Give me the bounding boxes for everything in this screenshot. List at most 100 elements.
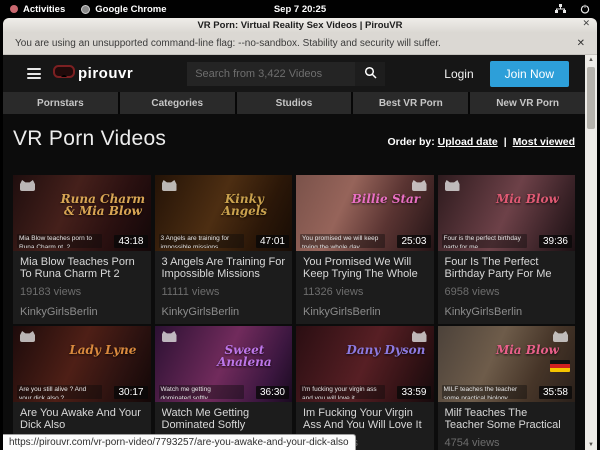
page-title: VR Porn Videos [13,127,166,151]
duration-badge: 43:18 [114,235,147,248]
order-upload-date-link[interactable]: Upload date [438,136,498,148]
video-studio[interactable]: KinkyGirlsBerlin [445,306,569,318]
web-page: pirouvr Login Join Now PornstarsCategori… [3,55,585,450]
chrome-icon [81,5,90,14]
video-title[interactable]: Four Is The Perfect Birthday Party For M… [445,256,569,280]
chrome-app-menu[interactable]: Google Chrome [81,4,166,15]
video-thumbnail[interactable]: Lady Lyne Are you still alive ? And your… [13,326,151,402]
thumbnail-caption: Four is the perfect birthday party for m… [442,234,527,248]
duration-badge: 39:36 [539,235,572,248]
video-card[interactable]: Dany Dyson I'm fucking your virgin ass a… [296,326,434,450]
video-card[interactable]: Kinky Angels 3 Angels are training for i… [155,175,293,324]
activities-label: Activities [23,4,65,15]
search-input[interactable] [187,62,355,86]
video-views: 6958 views [445,286,569,298]
video-card[interactable]: Billie Star You promised we will keep tr… [296,175,434,324]
search-button[interactable] [355,62,385,86]
join-now-button[interactable]: Join Now [490,61,569,87]
video-card[interactable]: Lady Lyne Are you still alive ? And your… [13,326,151,450]
status-url: https://pirouvr.com/vr-porn-video/779325… [9,437,349,448]
video-thumbnail[interactable]: Billie Star You promised we will keep tr… [296,175,434,251]
video-title[interactable]: Im Fucking Your Virgin Ass And You Will … [303,407,427,431]
video-studio[interactable]: KinkyGirlsBerlin [162,306,286,318]
screen: Activities Google Chrome Sep 7 20:25 VR … [0,0,600,450]
thumbnail-caption: I'm fucking your virgin ass and you will… [300,385,385,399]
thumbnail-caption: 3 Angels are training for impossible mis… [159,234,244,248]
scroll-up-icon[interactable]: ▲ [588,56,594,64]
cat-mask-icon [162,331,177,342]
duration-badge: 30:17 [114,386,147,399]
cat-mask-icon [20,331,35,342]
video-title[interactable]: Watch Me Getting Dominated Softly [162,407,286,431]
window-title-bar[interactable]: VR Porn: Virtual Reality Sex Videos | Pi… [3,18,597,32]
search-bar [187,62,385,86]
system-top-bar: Activities Google Chrome Sep 7 20:25 [0,0,600,18]
video-thumbnail[interactable]: Kinky Angels 3 Angels are training for i… [155,175,293,251]
video-views: 19183 views [20,286,144,298]
nav-item-new-vr-porn[interactable]: New VR Porn [470,92,585,114]
thumbnail-model-name: Runa Charm & Mia Blow [60,193,145,217]
warning-close-icon[interactable]: ✕ [577,38,585,49]
video-title[interactable]: You Promised We Will Keep Trying The Who… [303,256,427,280]
nav-item-categories[interactable]: Categories [120,92,235,114]
thumbnail-model-name: Dany Dyson [343,344,428,356]
thumbnail-model-name: Lady Lyne [60,344,145,356]
video-thumbnail[interactable]: Dany Dyson I'm fucking your virgin ass a… [296,326,434,402]
video-title[interactable]: Milf Teaches The Teacher Some Practical … [445,407,569,431]
cat-mask-icon [445,180,460,191]
thumbnail-model-name: Kinky Angels [202,193,287,217]
browser-viewport: pirouvr Login Join Now PornstarsCategori… [3,55,597,450]
duration-badge: 33:59 [397,386,430,399]
video-thumbnail[interactable]: Mia Blow MILF teaches the teacher some p… [438,326,576,402]
german-flag-icon [550,360,570,372]
video-title[interactable]: 3 Angels Are Training For Impossible Mis… [162,256,286,280]
video-card[interactable]: Mia Blow Four is the perfect birthday pa… [438,175,576,324]
order-by: Order by: Upload date | Most viewed [387,136,575,151]
thumbnail-caption: You promised we will keep trying the who… [300,234,385,248]
video-thumbnail[interactable]: Sweet Analena Watch me getting dominated… [155,326,293,402]
login-link[interactable]: Login [444,67,473,81]
video-card-info: You Promised We Will Keep Trying The Who… [296,251,434,324]
power-icon[interactable] [580,4,590,14]
thumbnail-model-name: Mia Blow [485,193,570,205]
nav-item-best-vr-porn[interactable]: Best VR Porn [353,92,468,114]
activities-button[interactable]: Activities [10,4,65,15]
scroll-down-icon[interactable]: ▼ [588,441,594,449]
unsupported-flag-warning-bar: You are using an unsupported command-lin… [3,32,597,55]
window-close-icon[interactable]: ✕ [582,18,590,29]
order-by-label: Order by: [387,136,434,148]
video-views: 4754 views [445,437,569,449]
video-title[interactable]: Are You Awake And Your Dick Also [20,407,144,431]
link-status-bar: https://pirouvr.com/vr-porn-video/779325… [3,434,356,450]
video-card[interactable]: Sweet Analena Watch me getting dominated… [155,326,293,450]
scrollbar-thumb[interactable] [587,67,595,129]
video-studio[interactable]: KinkyGirlsBerlin [303,306,427,318]
video-grid: Runa Charm & Mia Blow Mia Blow teaches p… [13,175,575,450]
duration-badge: 36:30 [256,386,289,399]
video-views: 11326 views [303,286,427,298]
order-separator: | [504,136,507,148]
nav-item-studios[interactable]: Studios [237,92,352,114]
video-card[interactable]: Mia Blow MILF teaches the teacher some p… [438,326,576,450]
video-card-info: Milf Teaches The Teacher Some Practical … [438,402,576,450]
page-scrollbar[interactable]: ▲ ▼ [585,55,597,450]
thumbnail-model-name: Billie Star [343,193,428,205]
video-thumbnail[interactable]: Runa Charm & Mia Blow Mia Blow teaches p… [13,175,151,251]
site-logo[interactable]: pirouvr [53,65,133,83]
cat-mask-icon [553,331,568,342]
network-icon[interactable] [555,4,566,14]
video-studio[interactable]: KinkyGirlsBerlin [20,306,144,318]
window-title: VR Porn: Virtual Reality Sex Videos | Pi… [197,20,402,31]
order-most-viewed-link[interactable]: Most viewed [513,136,575,148]
video-title[interactable]: Mia Blow Teaches Porn To Runa Charm Pt 2 [20,256,144,280]
chrome-app-label: Google Chrome [95,4,166,15]
thumbnail-caption: Mia Blow teaches porn to Runa Charm pt. … [17,234,102,248]
warning-message: You are using an unsupported command-lin… [15,38,441,49]
main-nav: PornstarsCategoriesStudiosBest VR PornNe… [3,92,585,114]
video-card[interactable]: Runa Charm & Mia Blow Mia Blow teaches p… [13,175,151,324]
nav-item-pornstars[interactable]: Pornstars [3,92,118,114]
menu-icon[interactable] [27,68,41,79]
thumbnail-caption: Watch me getting dominated softly [159,385,244,399]
video-thumbnail[interactable]: Mia Blow Four is the perfect birthday pa… [438,175,576,251]
video-card-info: Mia Blow Teaches Porn To Runa Charm Pt 2… [13,251,151,324]
